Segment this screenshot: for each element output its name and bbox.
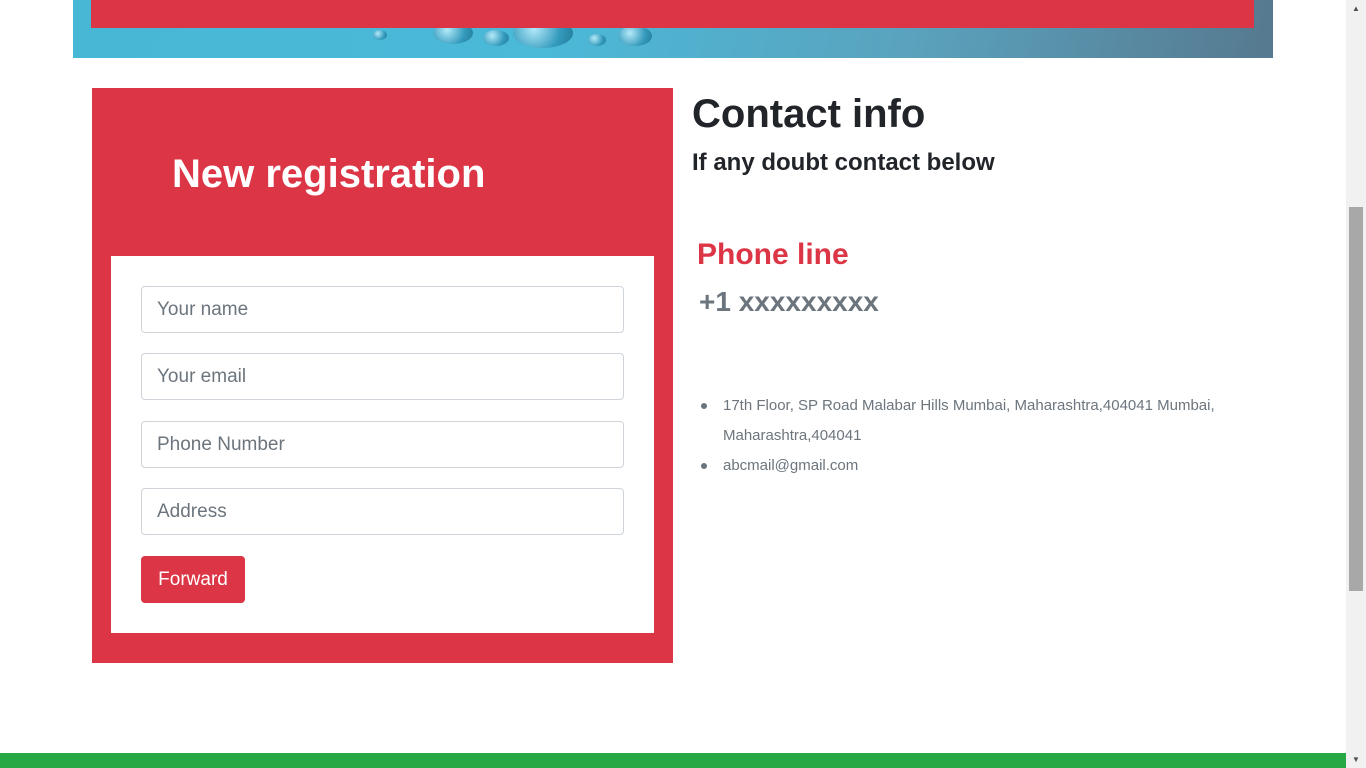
registration-form: Forward: [111, 256, 654, 633]
vertical-scrollbar[interactable]: ▲ ▼: [1346, 0, 1366, 768]
email-item: abcmail@gmail.com: [701, 451, 1263, 481]
name-input[interactable]: [141, 286, 624, 333]
address-item: 17th Floor, SP Road Malabar Hills Mumbai…: [701, 391, 1263, 451]
scrollbar-thumb[interactable]: [1349, 207, 1363, 591]
registration-panel: New registration Forward: [92, 88, 673, 663]
hero-caption-bar: [91, 0, 1254, 28]
phone-number: +1 xxxxxxxxx: [699, 286, 879, 317]
contact-title: Contact info: [692, 92, 926, 136]
email-input[interactable]: [141, 353, 624, 400]
forward-button[interactable]: Forward: [141, 556, 245, 603]
contact-details-list: 17th Floor, SP Road Malabar Hills Mumbai…: [701, 391, 1263, 481]
address-input[interactable]: [141, 488, 624, 535]
triangle-down-icon[interactable]: ▼: [1346, 751, 1366, 768]
phone-input[interactable]: [141, 421, 624, 468]
phone-line-label: Phone line: [697, 238, 849, 271]
contact-subtitle: If any doubt contact below: [692, 149, 995, 176]
page: New registration Forward Contact info If…: [0, 0, 1366, 768]
registration-title: New registration: [172, 152, 486, 196]
triangle-up-icon[interactable]: ▲: [1346, 0, 1366, 17]
footer-bar: [0, 753, 1346, 768]
